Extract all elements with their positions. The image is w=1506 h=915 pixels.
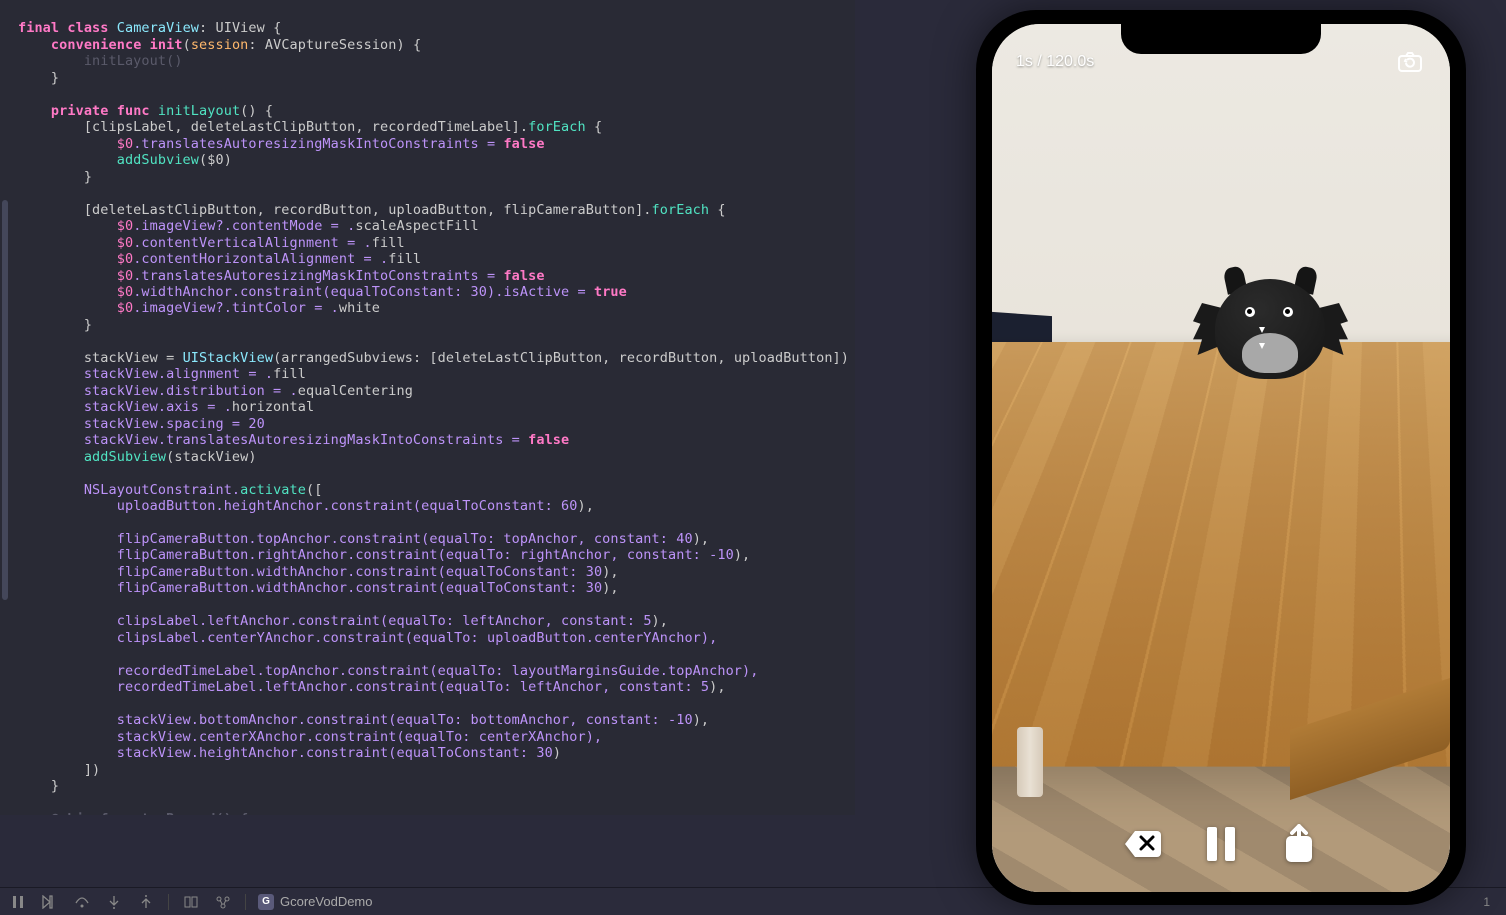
pause-debug-icon[interactable] [8,892,28,912]
app-icon: G [258,894,274,910]
camera-hud-bottom [992,822,1450,866]
phone-screen[interactable]: 1s / 120.0s [992,24,1450,892]
step-into-icon[interactable] [104,892,124,912]
plush-toy [1197,269,1342,384]
simulator-iphone: 1s / 120.0s [976,10,1476,910]
continue-icon[interactable] [40,892,60,912]
divider [245,894,246,910]
phone-frame: 1s / 120.0s [976,10,1466,905]
divider [168,894,169,910]
debug-view-icon[interactable] [181,892,201,912]
code-content: final class CameraView: UIView { conveni… [0,0,855,815]
project-label: GcoreVodDemo [280,894,373,909]
scrollbar-vertical[interactable] [2,200,8,600]
line-indicator: 1 [1483,895,1498,909]
flip-camera-button[interactable] [1394,46,1426,78]
memory-graph-icon[interactable] [213,892,233,912]
phone-notch [1121,24,1321,54]
step-over-icon[interactable] [72,892,92,912]
upload-button[interactable] [1277,822,1321,866]
step-out-icon[interactable] [136,892,156,912]
code-editor[interactable]: final class CameraView: UIView { conveni… [0,0,855,815]
project-name[interactable]: G GcoreVodDemo [258,894,373,910]
recorded-time-label: 1s / 120.0s [1016,53,1094,71]
record-pause-button[interactable] [1199,822,1243,866]
camera-preview [992,24,1450,892]
delete-last-clip-button[interactable] [1121,822,1165,866]
